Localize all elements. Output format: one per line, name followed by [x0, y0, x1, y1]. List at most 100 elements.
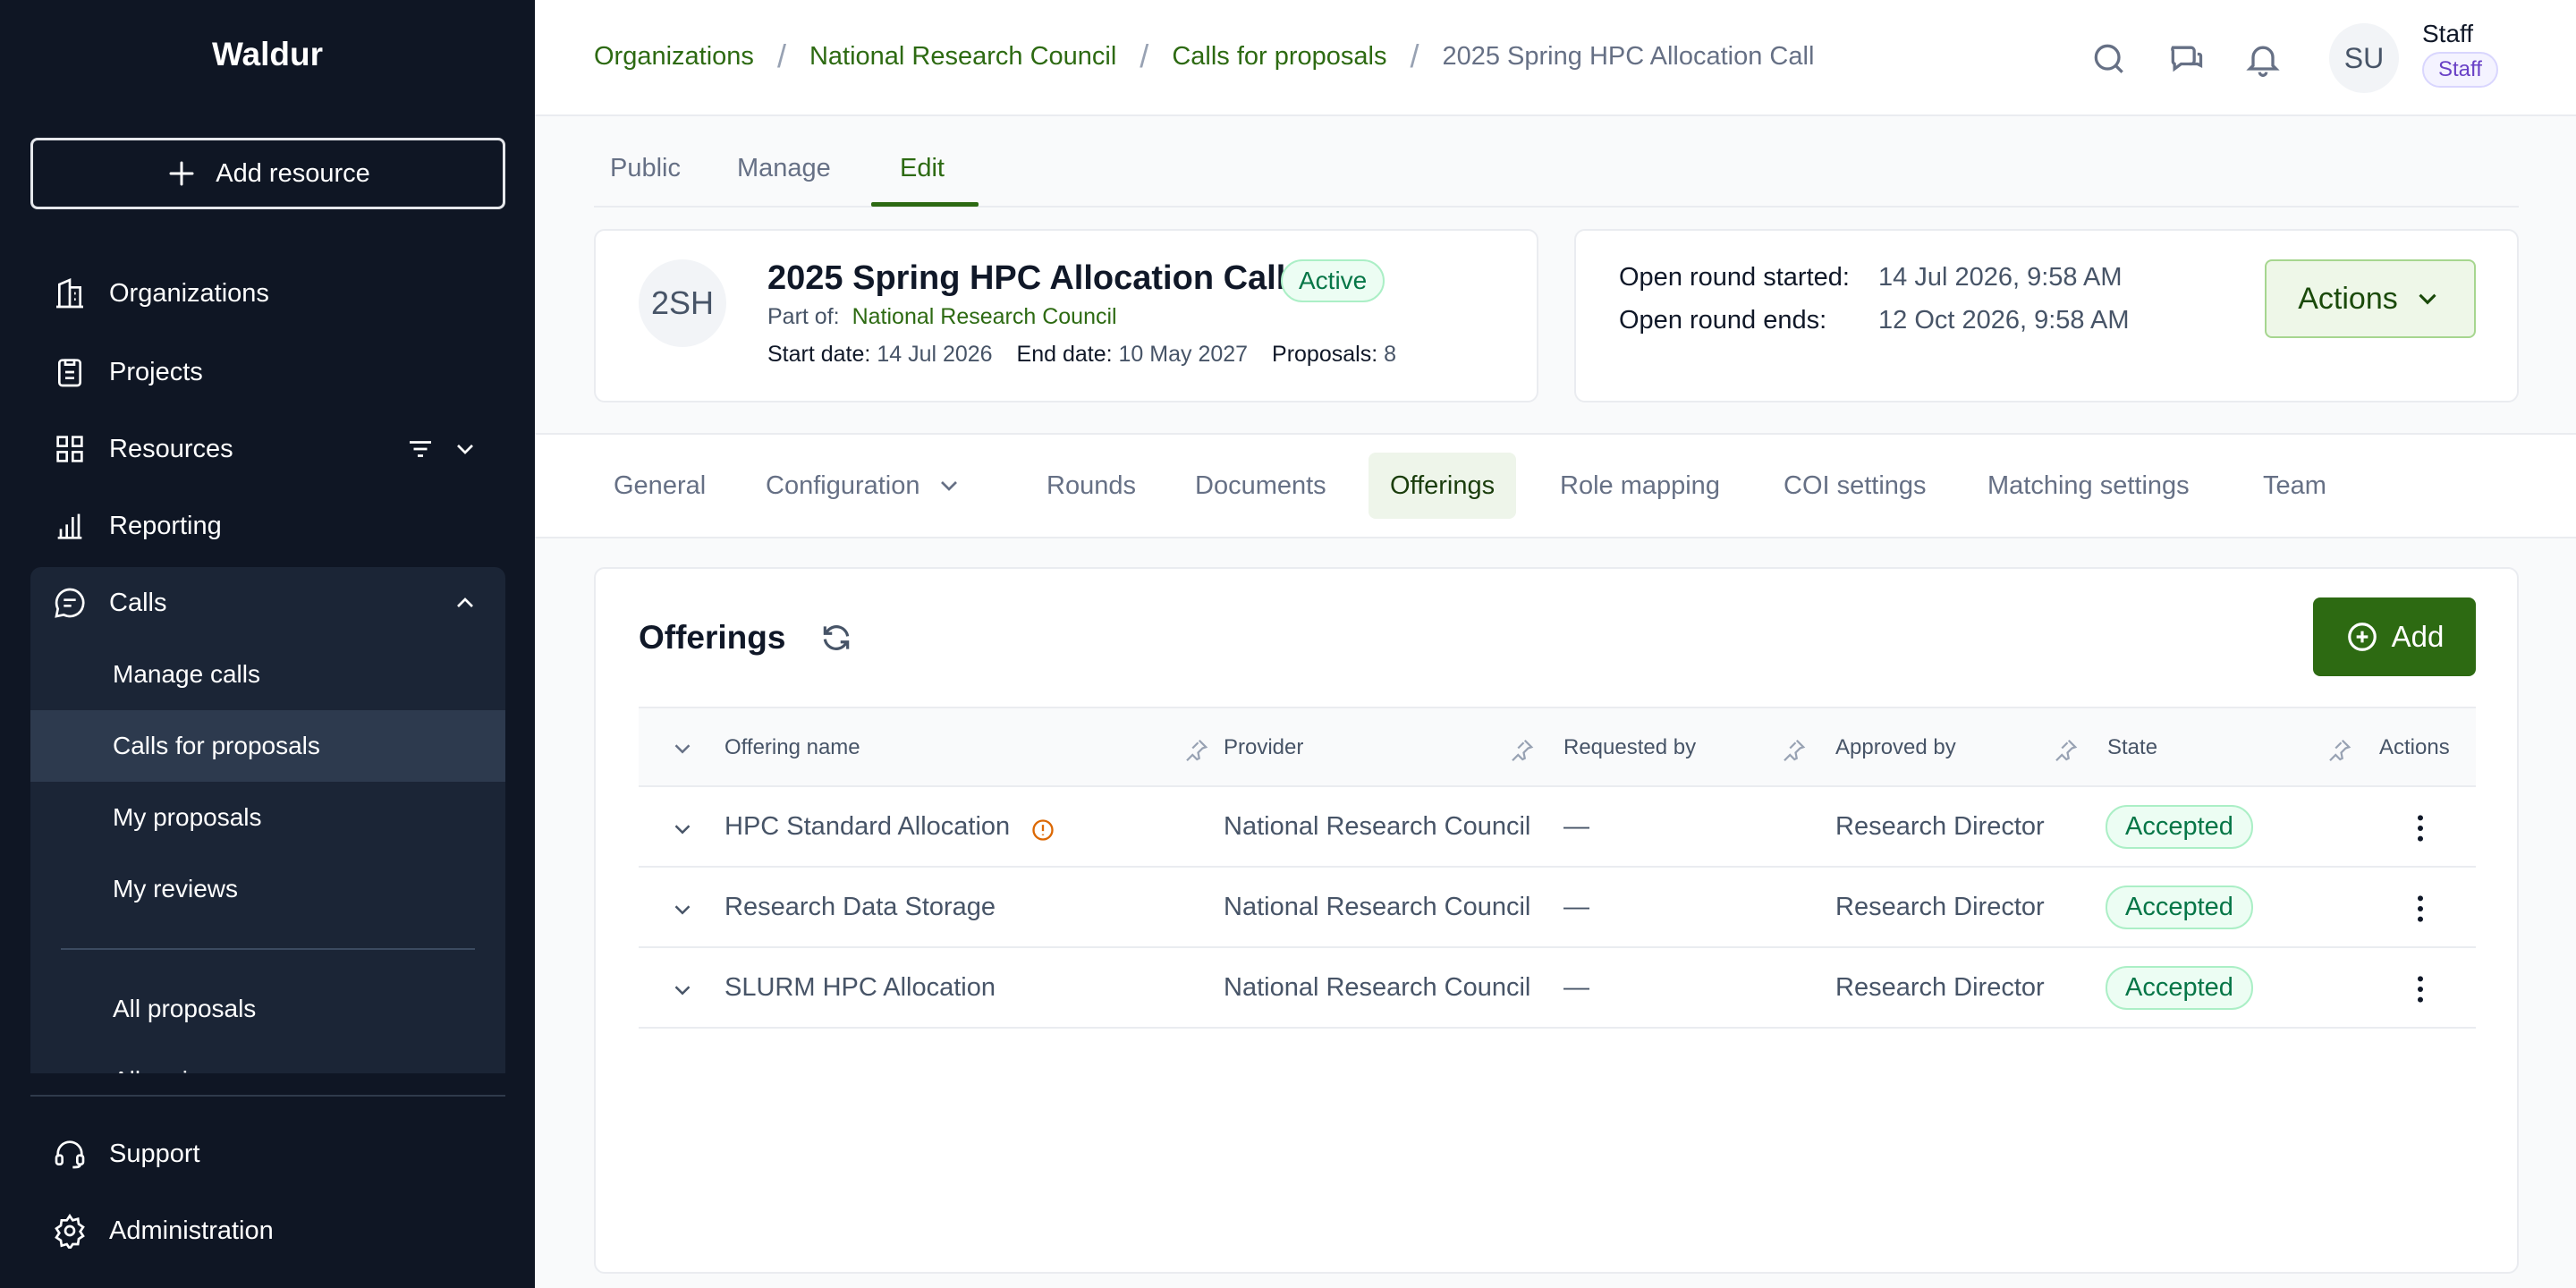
sidebar-item-label: Resources — [109, 434, 233, 463]
tab-matching-settings[interactable]: Matching settings — [1966, 453, 2211, 519]
sidebar-subitem-all-proposals[interactable]: All proposals — [30, 973, 505, 1045]
tab-manage[interactable]: Manage — [737, 154, 831, 183]
pin-icon[interactable] — [2326, 737, 2352, 764]
more-vertical-icon[interactable] — [2402, 971, 2438, 1007]
breadcrumb-national-research-council[interactable]: National Research Council — [809, 42, 1116, 72]
tab-configuration-label: Configuration — [766, 470, 920, 500]
chevron-down-icon — [2419, 293, 2436, 305]
sidebar-divider — [30, 1095, 505, 1097]
chevron-up-icon[interactable] — [451, 589, 479, 617]
bell-icon[interactable] — [2243, 39, 2283, 79]
offering-approved-by: Research Director — [1835, 973, 2045, 1002]
sidebar-item-reporting[interactable]: Reporting — [30, 488, 505, 564]
refresh-icon[interactable] — [819, 621, 853, 655]
breadcrumb: Organizations / National Research Counci… — [594, 38, 1814, 75]
more-vertical-icon[interactable] — [2402, 810, 2438, 846]
tab-rounds[interactable]: Rounds — [1025, 453, 1157, 519]
tab-coi-settings[interactable]: COI settings — [1762, 453, 1948, 519]
call-avatar: 2SH — [639, 259, 726, 347]
offering-name[interactable]: Research Data Storage — [724, 893, 996, 922]
sidebar: Waldur Add resource Organizations Projec… — [0, 0, 535, 1288]
end-date-value: 10 May 2027 — [1118, 342, 1249, 367]
offering-requested-by: — — [1563, 893, 1589, 921]
sidebar-subitem-manage-calls[interactable]: Manage calls — [30, 639, 505, 710]
brand-logo[interactable]: Waldur — [0, 36, 535, 73]
start-date-label: Start date: — [767, 342, 871, 367]
offering-name[interactable]: SLURM HPC Allocation — [724, 973, 996, 1003]
column-provider[interactable]: Provider — [1224, 735, 1303, 760]
start-date-value: 14 Jul 2026 — [877, 342, 993, 367]
sidebar-item-projects[interactable]: Projects — [30, 335, 505, 410]
tab-role-mapping[interactable]: Role mapping — [1538, 453, 1741, 519]
warning-icon — [1032, 819, 1054, 841]
sidebar-item-calls[interactable]: Calls — [30, 567, 505, 639]
chat-bubble-icon — [55, 588, 85, 618]
pin-icon[interactable] — [1508, 737, 1535, 764]
offerings-title: Offerings — [639, 619, 786, 656]
chevron-down-icon[interactable] — [451, 435, 479, 463]
actions-dropdown-button[interactable]: Actions — [2265, 259, 2476, 338]
sidebar-item-organizations[interactable]: Organizations — [30, 256, 505, 331]
add-offering-button[interactable]: Add — [2313, 597, 2476, 676]
sidebar-item-administration[interactable]: Administration — [30, 1193, 505, 1268]
column-requested-by[interactable]: Requested by — [1563, 735, 1696, 760]
user-name: Staff — [2422, 20, 2474, 47]
sidebar-item-resources[interactable]: Resources — [30, 411, 505, 487]
sidebar-item-label: Reporting — [109, 511, 222, 540]
sidebar-subitem-all-reviews[interactable]: All reviews — [30, 1045, 505, 1073]
offering-name[interactable]: HPC Standard Allocation — [724, 812, 1010, 842]
sidebar-item-label: Organizations — [109, 278, 269, 308]
part-of: Part of: National Research Council — [767, 304, 1117, 330]
pin-icon[interactable] — [1182, 737, 1209, 764]
tab-edit[interactable]: Edit — [900, 154, 945, 183]
chevron-down-icon[interactable] — [667, 977, 698, 1004]
search-icon[interactable] — [2089, 39, 2129, 79]
plus-circle-icon — [2347, 623, 2377, 651]
part-of-link[interactable]: National Research Council — [852, 304, 1117, 329]
sidebar-item-support[interactable]: Support — [30, 1116, 505, 1191]
avatar[interactable]: SU — [2329, 23, 2399, 93]
tab-offerings[interactable]: Offerings — [1368, 453, 1517, 519]
headset-icon — [55, 1140, 85, 1169]
chevron-down-icon[interactable] — [667, 735, 698, 762]
column-approved-by[interactable]: Approved by — [1835, 735, 1956, 760]
sidebar-subitem-calls-for-proposals[interactable]: Calls for proposals — [30, 710, 505, 782]
column-actions: Actions — [2379, 735, 2450, 759]
table-row[interactable]: HPC Standard Allocation National Researc… — [639, 787, 2476, 868]
chevron-down-icon[interactable] — [667, 816, 698, 843]
tab-documents[interactable]: Documents — [1174, 453, 1348, 519]
pin-icon[interactable] — [1780, 737, 1807, 764]
breadcrumb-calls-for-proposals[interactable]: Calls for proposals — [1172, 42, 1386, 72]
round-ends-label: Open round ends: — [1619, 306, 1827, 335]
sidebar-subitem-my-reviews[interactable]: My reviews — [30, 853, 505, 925]
plus-icon — [169, 161, 194, 186]
chat-icon[interactable] — [2166, 39, 2206, 79]
round-ends-value: 12 Oct 2026, 9:58 AM — [1878, 306, 2130, 335]
add-resource-button[interactable]: Add resource — [30, 138, 505, 209]
top-header: Organizations / National Research Counci… — [535, 0, 2576, 116]
proposals-label: Proposals: — [1272, 342, 1378, 367]
end-date-label: End date: — [1016, 342, 1113, 367]
column-state[interactable]: State — [2107, 735, 2157, 760]
state-badge: Accepted — [2106, 805, 2253, 849]
pin-icon[interactable] — [2052, 737, 2079, 764]
tab-configuration[interactable]: Configuration — [744, 453, 985, 519]
chevron-down-icon[interactable] — [667, 896, 698, 923]
breadcrumb-organizations[interactable]: Organizations — [594, 42, 754, 72]
breadcrumb-separator: / — [1140, 38, 1149, 74]
table-row[interactable]: SLURM HPC Allocation National Research C… — [639, 948, 2476, 1029]
round-started: Open round started: 14 Jul 2026, 9:58 AM — [1619, 263, 2122, 292]
clipboard-icon — [58, 359, 81, 387]
bar-chart-icon — [57, 513, 82, 539]
active-tab-indicator — [871, 202, 979, 207]
column-offering-name[interactable]: Offering name — [724, 735, 860, 760]
more-vertical-icon[interactable] — [2402, 891, 2438, 927]
sidebar-subitem-my-proposals[interactable]: My proposals — [30, 782, 505, 853]
offering-approved-by: Research Director — [1835, 893, 2045, 921]
tab-general[interactable]: General — [592, 453, 727, 519]
tab-public[interactable]: Public — [610, 154, 681, 183]
filter-icon[interactable] — [404, 433, 436, 465]
tab-team[interactable]: Team — [2241, 453, 2348, 519]
table-row[interactable]: Research Data Storage National Research … — [639, 868, 2476, 948]
proposals-count: 8 — [1384, 342, 1397, 367]
